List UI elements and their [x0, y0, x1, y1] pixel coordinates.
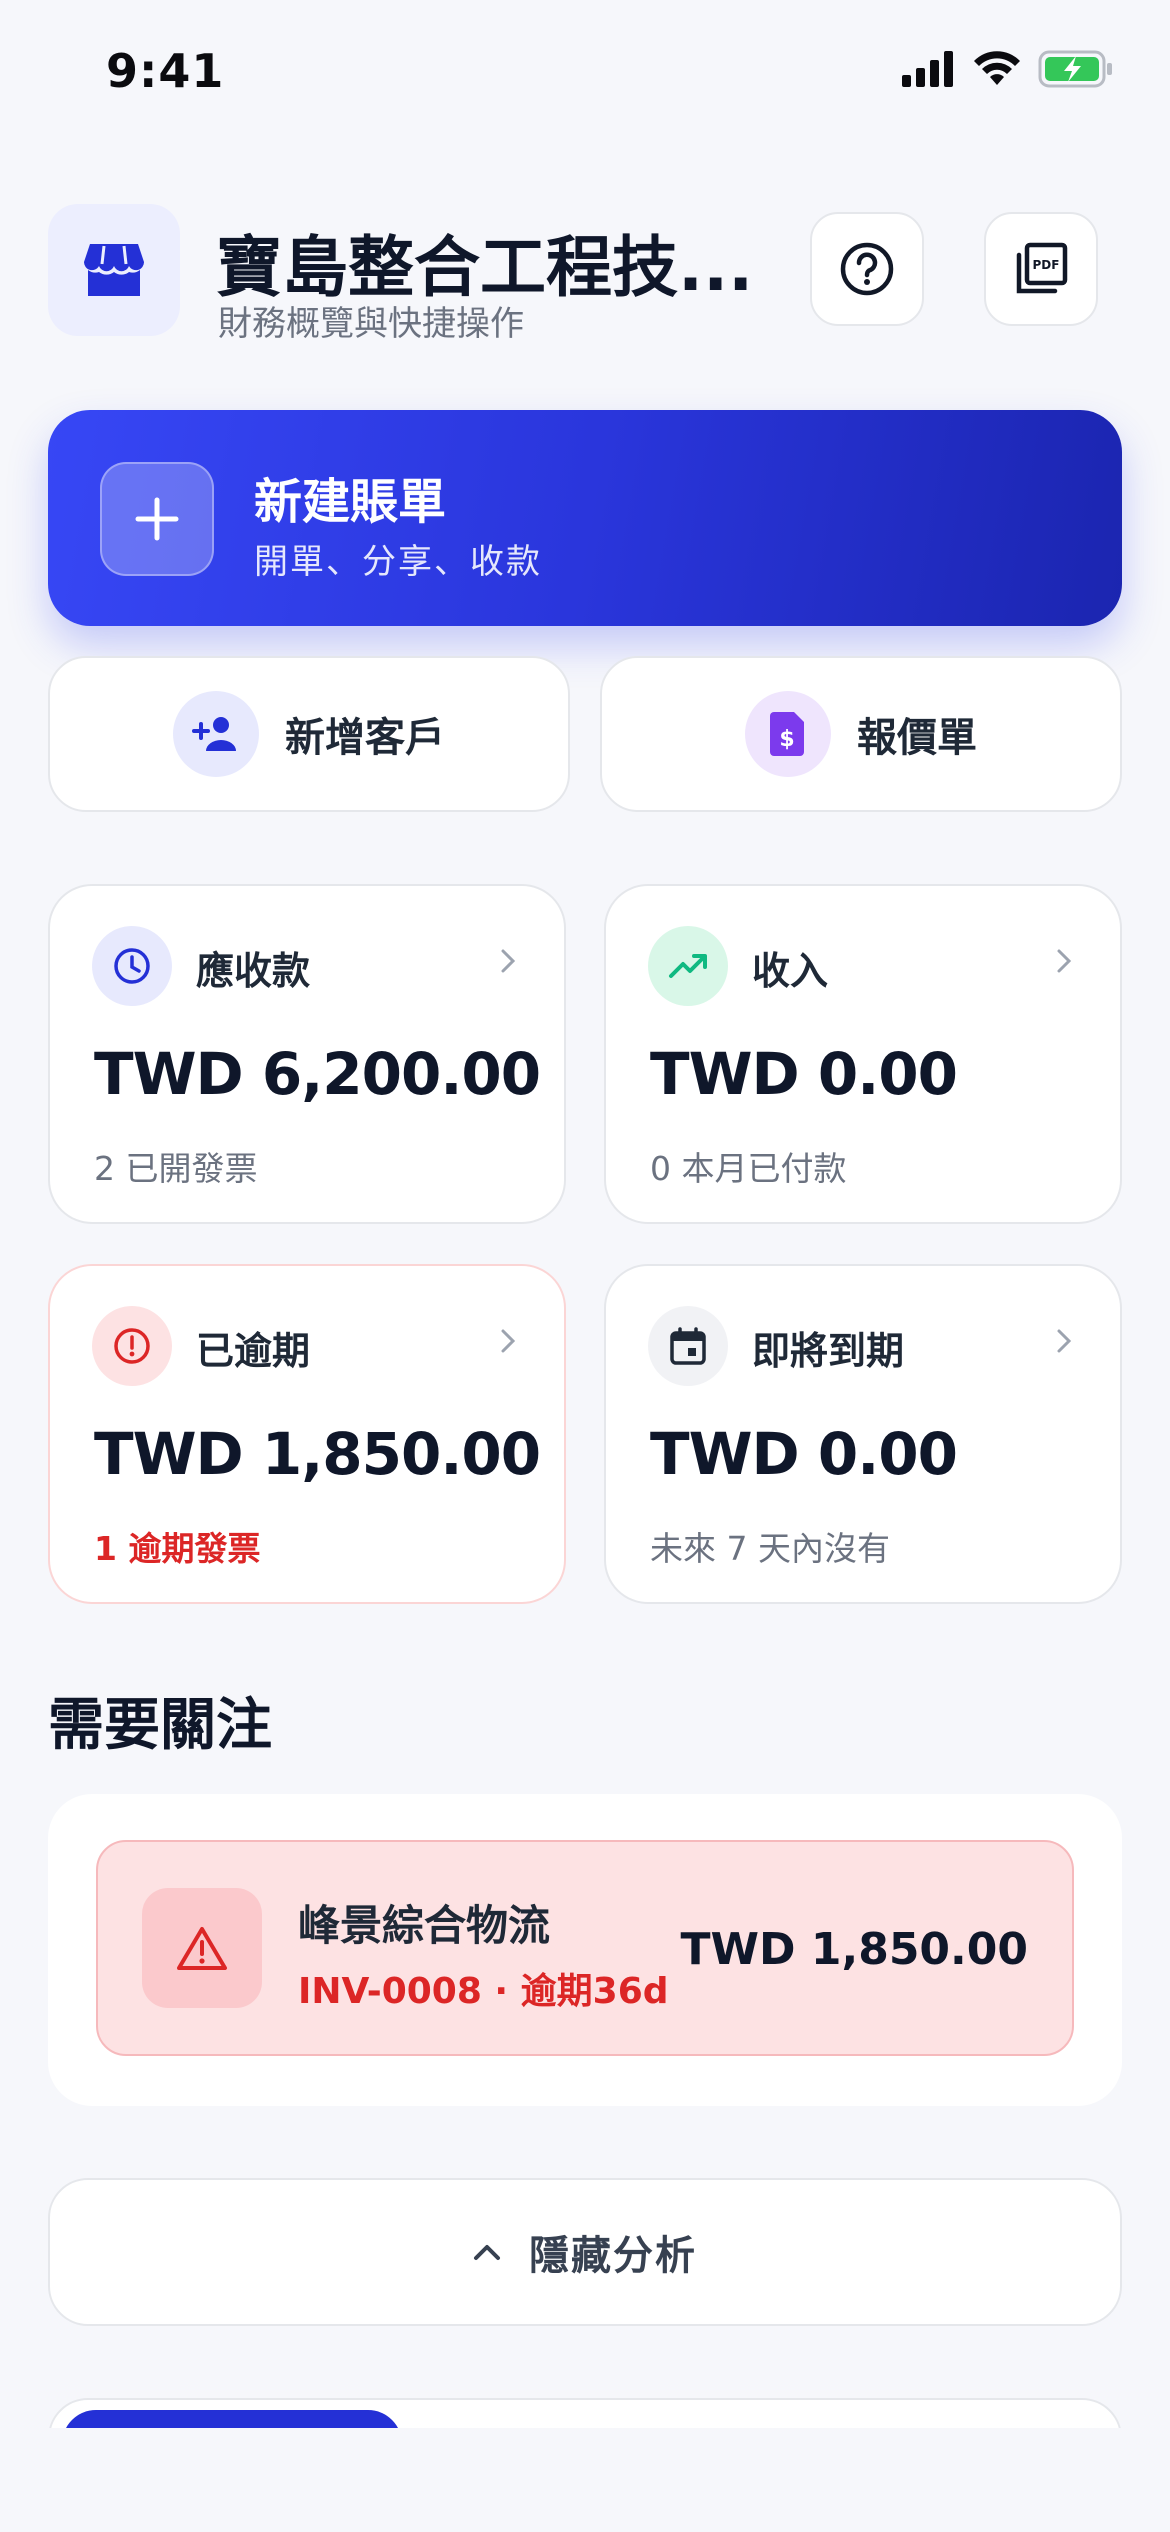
stat-card-receivable[interactable]: 應收款 TWD 6,200.00 2 已開發票: [48, 884, 566, 1224]
chevron-up-icon: [474, 2245, 500, 2260]
help-icon: [840, 242, 894, 296]
help-button[interactable]: [810, 212, 924, 326]
trending-up-icon-wrap: [648, 926, 728, 1006]
alert-circle-icon-wrap: [92, 1306, 172, 1386]
attention-customer-name: 峰景綜合物流: [298, 1901, 551, 1950]
attention-invoice-meta: INV-0008 · 逾期36d: [298, 1971, 669, 2012]
stat-card-upcoming[interactable]: 即將到期 TWD 0.00 未來 7 天內沒有: [604, 1264, 1122, 1604]
stat-title: 已逾期: [196, 1329, 311, 1373]
new-invoice-subtitle: 開單、分享、收款: [254, 542, 542, 582]
attention-list: 峰景綜合物流 INV-0008 · 逾期36d TWD 1,850.00: [48, 1794, 1122, 2106]
chevron-right-icon: [501, 1329, 516, 1353]
stat-note: 0 本月已付款: [650, 1149, 847, 1188]
stat-title: 即將到期: [752, 1329, 905, 1373]
chevron-right-icon: [501, 949, 516, 973]
hide-analysis-label: 隱藏分析: [529, 2233, 697, 2279]
add-user-icon-wrap: [173, 691, 259, 777]
quote-icon-wrap: $: [745, 691, 831, 777]
cellular-signal-icon: [902, 51, 953, 87]
status-time: 9:41: [106, 44, 225, 98]
attention-amount: TWD 1,850.00: [680, 1924, 1028, 1975]
add-customer-button[interactable]: 新增客戶: [48, 656, 570, 812]
header-subtitle: 財務概覽與快捷操作: [218, 304, 524, 344]
clock-icon-wrap: [92, 926, 172, 1006]
attention-section-title: 需要關注: [48, 1693, 272, 1758]
svg-text:PDF: PDF: [1033, 258, 1060, 272]
battery-charging-icon: [1038, 50, 1112, 88]
stat-note: 2 已開發票: [94, 1149, 258, 1188]
stat-note: 1 逾期發票: [94, 1529, 261, 1568]
header: 寶島整合工程技... 財務概覽與快捷操作 PDF: [48, 204, 1122, 344]
stat-value: TWD 0.00: [650, 1040, 958, 1108]
warning-triangle-icon: [177, 1927, 227, 1970]
quote-label: 報價單: [857, 715, 977, 761]
clock-icon: [114, 948, 150, 984]
chevron-right-icon: [1057, 949, 1072, 973]
svg-text:$: $: [779, 727, 794, 752]
stat-title: 應收款: [196, 949, 311, 993]
pdf-icon: PDF: [1016, 242, 1068, 294]
plus-icon-wrap: [100, 462, 214, 576]
add-customer-label: 新增客戶: [285, 715, 445, 761]
pdf-button[interactable]: PDF: [984, 212, 1098, 326]
status-bar: 9:41: [0, 0, 1170, 150]
store-logo: [48, 204, 180, 336]
new-invoice-button[interactable]: 新建賬單 開單、分享、收款: [48, 410, 1122, 626]
trending-up-icon: [669, 954, 707, 978]
stat-value: TWD 6,200.00: [94, 1040, 541, 1108]
attention-item[interactable]: 峰景綜合物流 INV-0008 · 逾期36d TWD 1,850.00: [96, 1840, 1074, 2056]
quote-document-icon: $: [770, 712, 804, 756]
calendar-icon-wrap: [648, 1306, 728, 1386]
status-icons: [902, 50, 1114, 88]
bottom-safe-area: [0, 2428, 1170, 2532]
stat-title: 收入: [752, 949, 829, 993]
warning-icon-wrap: [142, 1888, 262, 2008]
chevron-right-icon: [1057, 1329, 1072, 1353]
add-user-icon: [192, 717, 236, 751]
stat-value: TWD 0.00: [650, 1420, 958, 1488]
quote-button[interactable]: $ 報價單: [600, 656, 1122, 812]
stat-card-income[interactable]: 收入 TWD 0.00 0 本月已付款: [604, 884, 1122, 1224]
stat-note: 未來 7 天內沒有: [650, 1529, 890, 1568]
new-invoice-title: 新建賬單: [254, 474, 447, 530]
store-icon: [84, 244, 144, 296]
stat-value: TWD 1,850.00: [94, 1420, 541, 1488]
alert-circle-icon: [114, 1328, 150, 1364]
calendar-icon: [670, 1327, 706, 1365]
plus-icon: [135, 497, 179, 541]
hide-analysis-button[interactable]: 隱藏分析: [48, 2178, 1122, 2326]
wifi-icon: [974, 51, 1020, 85]
stat-card-overdue[interactable]: 已逾期 TWD 1,850.00 1 逾期發票: [48, 1264, 566, 1604]
